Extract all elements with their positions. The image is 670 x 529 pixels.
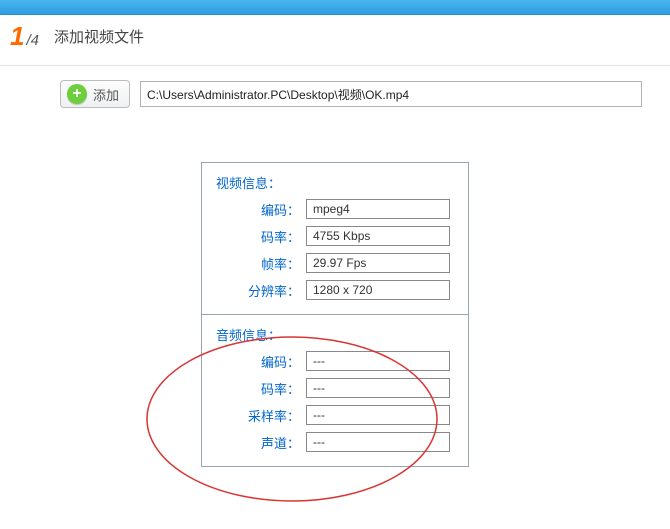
field-label: 帧率： [216, 254, 306, 273]
step-current: 1 [10, 23, 24, 49]
video-info-section: 视频信息： 编码： mpeg4 码率： 4755 Kbps 帧率： 29.97 … [202, 163, 469, 315]
audio-samplerate-row: 采样率： --- [216, 405, 454, 425]
audio-codec-value: --- [306, 351, 450, 371]
video-bitrate-row: 码率： 4755 Kbps [216, 226, 454, 246]
add-file-button[interactable]: 添加 [60, 80, 130, 108]
video-resolution-value: 1280 x 720 [306, 280, 450, 300]
file-path-input[interactable] [140, 81, 642, 107]
field-label: 分辨率： [216, 281, 306, 300]
audio-channels-row: 声道： --- [216, 432, 454, 452]
video-codec-row: 编码： mpeg4 [216, 199, 454, 219]
field-label: 声道： [216, 433, 306, 452]
app-top-bar [0, 0, 670, 15]
audio-bitrate-value: --- [306, 378, 450, 398]
step-header: 1 /4 添加视频文件 [0, 15, 670, 66]
video-section-title: 视频信息： [216, 173, 454, 192]
add-button-label: 添加 [93, 85, 119, 104]
video-resolution-row: 分辨率： 1280 x 720 [216, 280, 454, 300]
field-label: 编码： [216, 200, 306, 219]
audio-channels-value: --- [306, 432, 450, 452]
field-label: 编码： [216, 352, 306, 371]
field-label: 码率： [216, 379, 306, 398]
audio-bitrate-row: 码率： --- [216, 378, 454, 398]
step-number: 1 /4 [10, 23, 39, 49]
video-codec-value: mpeg4 [306, 199, 450, 219]
step-title: 添加视频文件 [54, 26, 144, 47]
field-label: 采样率： [216, 406, 306, 425]
audio-samplerate-value: --- [306, 405, 450, 425]
step-total: /4 [26, 32, 39, 49]
video-fps-row: 帧率： 29.97 Fps [216, 253, 454, 273]
audio-info-section: 音频信息： 编码： --- 码率： --- 采样率： --- 声道： --- [202, 315, 469, 467]
video-bitrate-value: 4755 Kbps [306, 226, 450, 246]
field-label: 码率： [216, 227, 306, 246]
audio-section-title: 音频信息： [216, 325, 454, 344]
plus-icon [67, 84, 87, 104]
video-fps-value: 29.97 Fps [306, 253, 450, 273]
media-info-table: 视频信息： 编码： mpeg4 码率： 4755 Kbps 帧率： 29.97 … [201, 162, 469, 467]
add-file-row: 添加 [0, 66, 670, 108]
audio-codec-row: 编码： --- [216, 351, 454, 371]
